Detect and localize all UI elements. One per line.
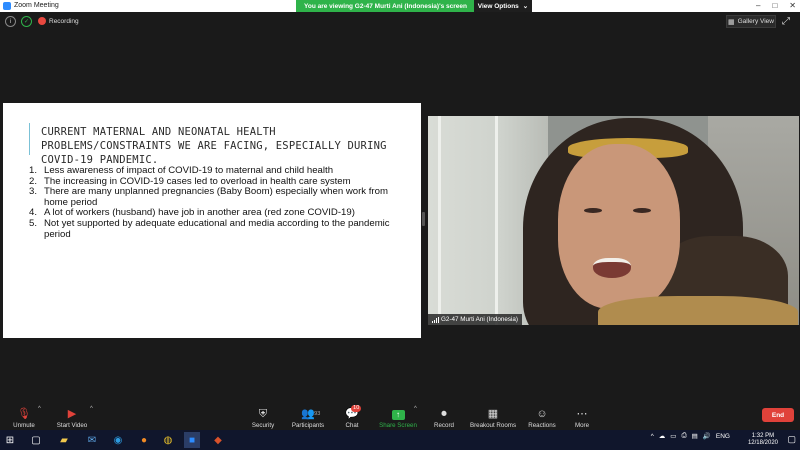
- microphone-muted-icon: 🎙: [17, 408, 31, 420]
- gallery-view-label: Gallery View: [737, 18, 774, 25]
- clock-time: 1:32 PM: [751, 433, 775, 439]
- start-video-button[interactable]: ▶ Start Video: [52, 403, 92, 429]
- emoji-icon: ☺: [536, 408, 548, 420]
- breakout-rooms-icon: ▦: [487, 408, 499, 420]
- record-dot-icon: [38, 17, 46, 25]
- list-item-text: There are many unplanned pregnancies (Ba…: [44, 186, 388, 208]
- participant-face: [558, 144, 680, 309]
- video-off-icon: ▶: [67, 408, 77, 420]
- participant-eye: [633, 208, 651, 213]
- breakout-rooms-button[interactable]: ▦ Breakout Rooms: [468, 403, 518, 429]
- chat-button[interactable]: 💬 10 Chat: [338, 403, 366, 429]
- network-icon[interactable]: ▤: [692, 432, 698, 440]
- end-meeting-button[interactable]: End: [762, 408, 794, 422]
- zoom-logo-icon: [3, 2, 11, 10]
- recording-label: Recording: [49, 17, 79, 25]
- participants-button[interactable]: 👥 93 Participants: [288, 403, 328, 429]
- tray-expand-icon[interactable]: ^: [651, 433, 654, 440]
- viewing-banner: You are viewing G2-47 Murti Ani (Indones…: [296, 0, 532, 12]
- printer-icon[interactable]: ⎙: [681, 432, 686, 440]
- shield-icon: ⛨: [258, 408, 268, 420]
- view-options-label: View Options: [477, 2, 519, 10]
- share-screen-icon: ↑: [391, 410, 405, 420]
- audio-options-caret[interactable]: ^: [38, 406, 41, 412]
- video-options-caret[interactable]: ^: [90, 406, 93, 412]
- unmute-button[interactable]: 🎙 Unmute: [8, 403, 40, 429]
- windows-start-icon[interactable]: ⊞: [2, 432, 18, 448]
- reactions-button[interactable]: ☺ Reactions: [526, 403, 558, 429]
- record-icon: ⏺: [441, 408, 447, 420]
- participant-name-tag: G2-47 Murti Ani (Indonesia): [428, 314, 522, 325]
- chrome-icon[interactable]: ◍: [160, 432, 176, 448]
- chat-bubble-icon: 💬 10: [345, 405, 362, 420]
- participant-video-tile[interactable]: G2-47 Murti Ani (Indonesia): [428, 116, 799, 325]
- task-view-icon[interactable]: ▢: [28, 432, 44, 448]
- viewing-banner-text: You are viewing G2-47 Murti Ani (Indones…: [304, 2, 468, 10]
- security-button[interactable]: ⛨ Security: [248, 403, 278, 429]
- participant-mouth: [593, 258, 631, 278]
- edge-browser-icon[interactable]: ◉: [110, 432, 126, 448]
- battery-icon[interactable]: ▭: [670, 432, 676, 440]
- participant-eye: [584, 208, 602, 213]
- shared-screen-slide: CURRENT MATERNAL AND NEONATAL HEALTH PRO…: [3, 103, 421, 338]
- slide-heading: CURRENT MATERNAL AND NEONATAL HEALTH PRO…: [41, 126, 387, 166]
- clock-date: 12/18/2020: [747, 440, 778, 446]
- view-options-button[interactable]: View Options ⌄: [474, 0, 532, 12]
- list-item: 5. Not yet supported by adequate educatio…: [29, 217, 409, 240]
- participant-name: G2-47 Murti Ani (Indonesia): [441, 316, 518, 323]
- minimize-button[interactable]: –: [756, 1, 760, 10]
- language-indicator[interactable]: ENG: [716, 433, 730, 440]
- splitter-handle[interactable]: [422, 212, 425, 226]
- system-tray: ^ ☁ ▭ ⎙ ▤ 🔊 ENG: [651, 432, 730, 440]
- heading-accent-bar: [29, 123, 30, 155]
- encryption-shield-icon[interactable]: ✓: [21, 16, 32, 27]
- list-item-text: Less awareness of impact of COVID-19 to …: [44, 165, 334, 176]
- volume-icon[interactable]: 🔊: [703, 432, 711, 440]
- chat-unread-badge: 10: [351, 405, 362, 412]
- powerpoint-icon[interactable]: ◆: [210, 432, 226, 448]
- file-explorer-icon[interactable]: ▰: [56, 432, 72, 448]
- window-controls: – □ ✕: [756, 1, 796, 10]
- video-background-door: [438, 116, 498, 325]
- ellipsis-icon: ⋯: [576, 408, 588, 420]
- share-screen-button[interactable]: ↑ Share Screen: [378, 403, 418, 429]
- gallery-view-button[interactable]: ▦ Gallery View: [726, 15, 776, 28]
- zoom-app-icon[interactable]: ■: [184, 432, 200, 448]
- participant-shoulder: [598, 296, 798, 325]
- taskbar-clock[interactable]: 1:32 PM 12/18/2020: [748, 433, 778, 447]
- list-item-text: Not yet supported by adequate educationa…: [44, 217, 390, 240]
- fullscreen-icon[interactable]: ⤢: [782, 16, 790, 27]
- mail-icon[interactable]: ✉: [84, 432, 100, 448]
- maximize-button[interactable]: □: [772, 1, 777, 10]
- recording-indicator[interactable]: Recording: [38, 17, 79, 25]
- slide-list: 1. Less awareness of impact of COVID-19 t…: [29, 165, 409, 240]
- participants-icon: 👥 93: [301, 408, 321, 420]
- signal-bars-icon: [432, 316, 439, 323]
- notification-center-icon[interactable]: ▢: [787, 434, 796, 445]
- list-item: 1. Less awareness of impact of COVID-19 t…: [29, 165, 334, 176]
- onedrive-icon[interactable]: ☁: [659, 432, 666, 440]
- list-item: 3. There are many unplanned pregnancies (…: [29, 186, 409, 208]
- close-button[interactable]: ✕: [789, 1, 796, 10]
- firefox-icon[interactable]: ●: [136, 432, 152, 448]
- meeting-info-icon[interactable]: i: [5, 16, 16, 27]
- participants-count: 93: [314, 411, 321, 417]
- grid-icon: ▦: [728, 18, 735, 26]
- record-button[interactable]: ⏺ Record: [430, 403, 458, 429]
- chevron-down-icon: ⌄: [522, 3, 529, 10]
- more-button[interactable]: ⋯ More: [568, 403, 596, 429]
- window-title: Zoom Meeting: [14, 2, 59, 9]
- share-options-caret[interactable]: ^: [414, 406, 417, 412]
